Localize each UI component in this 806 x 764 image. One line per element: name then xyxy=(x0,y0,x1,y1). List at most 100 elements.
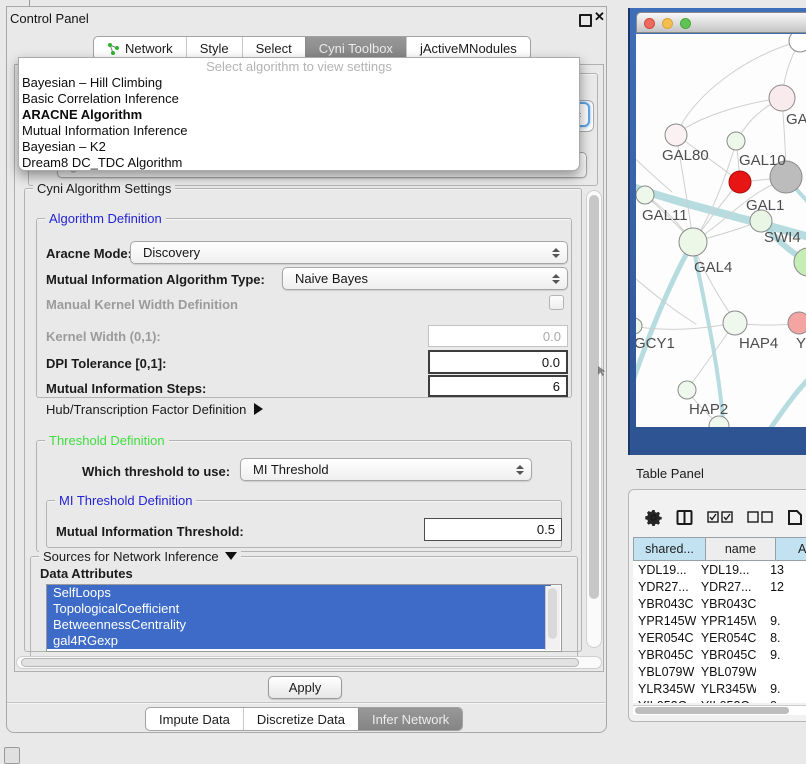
control-panel-title: Control Panel xyxy=(10,11,89,26)
checked-boxes-icon[interactable] xyxy=(707,511,733,523)
table-cell: 8. xyxy=(756,631,806,645)
table-body[interactable]: YDL19...YDL19...13YDR27...YDR27...12YBR0… xyxy=(633,561,806,703)
close-icon[interactable]: ✕ xyxy=(594,9,605,25)
network-node[interactable] xyxy=(678,381,696,399)
table-row[interactable]: YER054CYER054C8. xyxy=(633,629,806,646)
tab-jactivemnodules[interactable]: jActiveMNodules xyxy=(406,37,530,59)
dropdown-placeholder: Select algorithm to view settings xyxy=(19,58,579,75)
network-edge[interactable] xyxy=(768,372,806,427)
tab-style[interactable]: Style xyxy=(186,37,242,59)
dropdown-option-basic-correlation-inference[interactable]: Basic Correlation Inference xyxy=(19,91,579,107)
network-edge[interactable] xyxy=(636,324,728,329)
close-button[interactable] xyxy=(644,18,655,29)
table-cell: 9. xyxy=(756,682,806,696)
manual-kernel-checkbox[interactable] xyxy=(549,295,564,310)
columns-icon[interactable] xyxy=(676,509,693,526)
attribute-item-gal4rgexp[interactable]: gal4RGexp xyxy=(47,633,551,649)
tab-network[interactable]: Network xyxy=(94,37,186,59)
algorithm-definition-title: Algorithm Definition xyxy=(45,211,166,226)
stepper-arrows-icon xyxy=(552,248,560,258)
node-label-swi4: SWI4 xyxy=(764,229,801,246)
table-row[interactable]: YPR145WYPR145W9. xyxy=(633,612,806,629)
table-row[interactable]: YBR043CYBR043C xyxy=(633,595,806,612)
collapsed-arrow-right-icon[interactable] xyxy=(254,403,263,415)
mi-type-label: Mutual Information Algorithm Type: xyxy=(46,272,265,287)
network-node[interactable] xyxy=(723,311,747,335)
network-node[interactable] xyxy=(665,124,687,146)
horizontal-scrollbar-thumb[interactable] xyxy=(21,658,579,667)
network-node[interactable] xyxy=(727,132,745,150)
attribute-item-betweennesscentrality[interactable]: BetweennessCentrality xyxy=(47,617,551,633)
table-row[interactable]: YLR345WYLR345W9. xyxy=(633,680,806,697)
mi-steps-input[interactable]: 6 xyxy=(428,375,568,397)
network-window-titlebar[interactable] xyxy=(636,12,806,33)
dropdown-option-mutual-information-inference[interactable]: Mutual Information Inference xyxy=(19,123,579,139)
network-node[interactable] xyxy=(769,85,795,111)
node-label-gal: GAL xyxy=(786,111,806,128)
dpi-tolerance-input[interactable]: 0.0 xyxy=(428,350,568,374)
network-icon xyxy=(107,42,120,55)
zoom-button[interactable] xyxy=(680,18,691,29)
table-cell: YER054C xyxy=(633,631,696,645)
column-header-shared[interactable]: shared... xyxy=(633,537,706,561)
tab-impute-data[interactable]: Impute Data xyxy=(146,708,243,730)
network-edge[interactable] xyxy=(636,242,693,389)
table-row[interactable]: YBR045CYBR045C9. xyxy=(633,646,806,663)
table-row[interactable]: YDR27...YDR27...12 xyxy=(633,578,806,595)
list-scrollbar[interactable] xyxy=(545,586,560,650)
node-label-gal11: GAL11 xyxy=(642,207,688,224)
dropdown-option-aracne-algorithm[interactable]: ARACNE Algorithm xyxy=(19,107,579,123)
collapsed-panel-icon[interactable] xyxy=(4,747,20,764)
apply-button[interactable]: Apply xyxy=(268,676,342,699)
mi-type-combo[interactable]: Naive Bayes xyxy=(282,267,568,290)
tab-infer-network[interactable]: Infer Network xyxy=(358,708,462,730)
hub-definition-label: Hub/Transcription Factor Definition xyxy=(46,402,246,417)
hub-definition-expander[interactable]: Hub/Transcription Factor Definition xyxy=(46,402,263,417)
which-threshold-combo[interactable]: MI Threshold xyxy=(240,458,532,481)
dropdown-option-bayesian-hill-climbing[interactable]: Bayesian – Hill Climbing xyxy=(19,75,579,91)
partial-doc-icon[interactable] xyxy=(787,509,803,526)
column-header-name[interactable]: name xyxy=(706,537,776,561)
minimize-button[interactable] xyxy=(662,18,673,29)
network-node[interactable] xyxy=(679,228,707,256)
kernel-width-input[interactable]: 0.0 xyxy=(428,325,568,347)
table-cell: YBR045C xyxy=(633,648,696,662)
cyni-settings-title: Cyni Algorithm Settings xyxy=(33,181,175,196)
dropdown-option-dream8-dc-tdc-algorithm[interactable]: Dream8 DC_TDC Algorithm xyxy=(19,155,579,171)
gear-icon[interactable] xyxy=(645,509,662,526)
node-label-hap2: HAP2 xyxy=(689,401,728,418)
table-hscroll-thumb[interactable] xyxy=(635,707,789,714)
tab-discretize-data[interactable]: Discretize Data xyxy=(243,708,358,730)
network-node[interactable] xyxy=(789,34,806,52)
table-cell: YDR27... xyxy=(633,580,696,594)
unchecked-boxes-icon[interactable] xyxy=(747,511,773,523)
column-header-a[interactable]: A xyxy=(776,537,806,561)
network-node[interactable] xyxy=(729,171,751,193)
table-row[interactable]: YDL19...YDL19...13 xyxy=(633,561,806,578)
tab-select[interactable]: Select xyxy=(242,37,305,59)
float-window-icon[interactable] xyxy=(579,14,592,27)
aracne-mode-combo[interactable]: Discovery xyxy=(130,241,568,264)
expanded-arrow-down-icon[interactable] xyxy=(225,552,237,560)
table-row[interactable]: YIL052CYIL052C9 xyxy=(633,697,806,703)
attribute-item-topologicalcoefficient[interactable]: TopologicalCoefficient xyxy=(47,601,551,617)
mi-threshold-input[interactable]: 0.5 xyxy=(424,518,562,541)
node-label-y: Y xyxy=(796,335,806,352)
vertical-scrollbar[interactable] xyxy=(586,190,602,648)
network-node[interactable] xyxy=(636,186,654,204)
network-node[interactable] xyxy=(788,312,806,334)
network-edge[interactable] xyxy=(678,98,782,133)
data-attributes-list[interactable]: SelfLoopsTopologicalCoefficientBetweenne… xyxy=(46,584,562,652)
network-canvas[interactable]: GALGAL80GAL10GAL1GAL11GAL4SWI4GCY1HAP4YH… xyxy=(636,34,806,427)
horizontal-scrollbar[interactable] xyxy=(16,656,602,669)
table-horizontal-scrollbar[interactable] xyxy=(633,705,806,715)
node-label-gal10: GAL10 xyxy=(739,152,786,169)
tab-cyni-toolbox[interactable]: Cyni Toolbox xyxy=(305,37,406,59)
vertical-scrollbar-thumb[interactable] xyxy=(589,195,599,599)
which-threshold-label: Which threshold to use: xyxy=(82,464,230,479)
mi-threshold-value: 0.5 xyxy=(537,522,555,537)
table-row[interactable]: YBL079WYBL079W xyxy=(633,663,806,680)
network-node[interactable] xyxy=(636,318,642,334)
dropdown-option-bayesian-k2[interactable]: Bayesian – K2 xyxy=(19,139,579,155)
attribute-item-selfloops[interactable]: SelfLoops xyxy=(47,585,551,601)
